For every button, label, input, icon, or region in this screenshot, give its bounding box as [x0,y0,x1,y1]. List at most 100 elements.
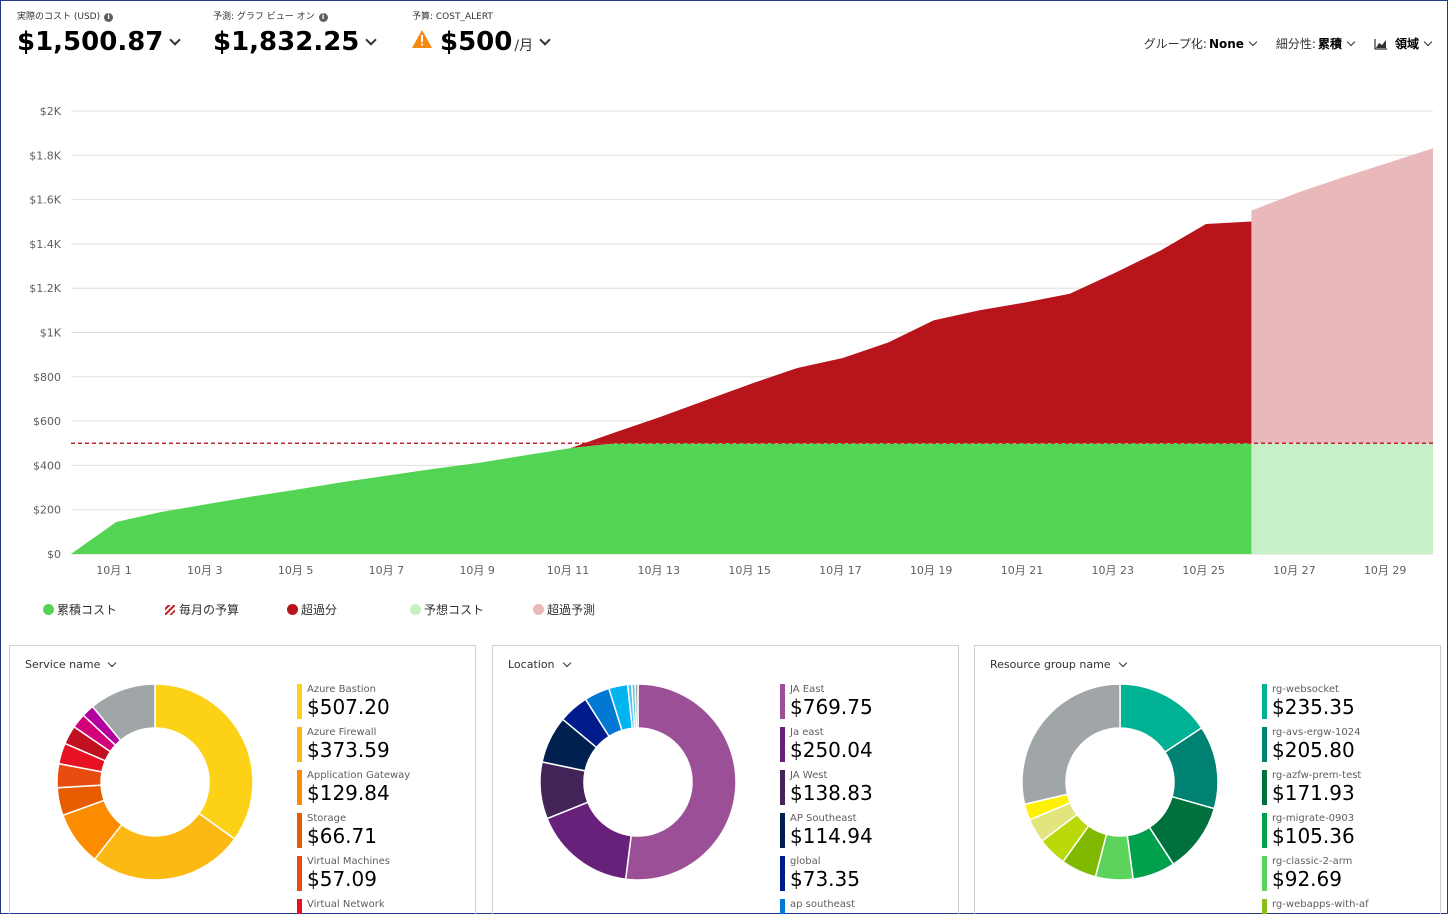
legend-list-item[interactable]: Azure Firewall $373.59 [297,727,410,770]
panel-title-dropdown[interactable]: Resource group name [990,658,1127,671]
y-tick-label: $600 [33,415,61,428]
legend-list-item[interactable]: rg-websocket $235.35 [1262,684,1369,727]
chart-type-value: 領域 [1394,37,1419,51]
y-tick-label: $400 [33,459,61,472]
item-value: $507.20 [307,695,390,719]
granularity-value: 累積 [1317,37,1342,51]
color-bar [1262,813,1267,848]
color-bar [780,899,785,914]
forecast-overage-area [1251,148,1433,444]
item-value: $114.94 [790,824,873,848]
legend-item[interactable]: 毎月の予算 [165,601,287,618]
panel-title-dropdown[interactable]: Location [508,658,571,671]
item-value: $105.36 [1272,824,1355,848]
actual-cost-kpi[interactable]: 実際のコスト (USD) i $1,500.87 [17,10,182,60]
actual-cost-label: 実際のコスト (USD) [17,12,101,22]
location-legend-list: JA East $769.75 Ja east $250.04 JA West $138.… [780,684,873,914]
chevron-down-icon [1248,37,1258,46]
color-bar [780,856,785,891]
legend-label: 累積コスト [57,603,118,617]
legend-item[interactable]: 累積コスト [43,601,165,618]
forecast-cost-area [1251,443,1433,554]
item-value: $57.09 [307,867,377,891]
legend-list-item[interactable]: JA West $138.83 [780,770,873,813]
color-bar [780,684,785,719]
legend-list-item[interactable]: Storage $66.71 [297,813,410,856]
x-tick-label: 10月 13 [638,564,681,577]
budget-unit: /月 [514,38,534,54]
item-value: $373.59 [307,738,390,762]
service-legend-list: Azure Bastion $507.20 Azure Firewall $373.5… [297,684,410,914]
x-tick-label: 10月 5 [278,564,314,577]
donut-slice[interactable] [634,683,639,729]
color-bar [297,899,302,914]
chevron-down-icon[interactable] [539,34,551,46]
x-tick-label: 10月 7 [369,564,405,577]
y-tick-label: $800 [33,371,61,384]
y-tick-label: $1.4K [29,238,61,251]
y-tick-label: $2K [40,105,62,118]
donut-slice[interactable] [154,683,254,841]
location-donut-chart [539,683,737,881]
color-bar [780,727,785,762]
legend-list-item[interactable]: ap southeast [780,899,873,914]
legend-list-item[interactable]: rg-migrate-0903 $105.36 [1262,813,1369,856]
color-bar [1262,856,1267,891]
donut-slice[interactable] [1021,683,1121,806]
color-bar [1262,684,1267,719]
legend-list-item[interactable]: rg-webapps-with-af [1262,899,1369,914]
legend-list-item[interactable]: JA East $769.75 [780,684,873,727]
budget-label: 予算: COST_ALERT [412,12,493,22]
group-by-dropdown[interactable]: グループ化: None [1144,35,1258,52]
chevron-down-icon [1423,37,1433,46]
legend-item[interactable]: 予想コスト [410,601,533,618]
info-icon[interactable]: i [318,13,328,22]
cost-analysis-view: 実際のコスト (USD) i $1,500.87 予測: グラフ ビュー オン i … [0,0,1448,914]
forecast-cost-kpi[interactable]: 予測: グラフ ビュー オン i $1,832.25 [213,10,378,60]
panel-title: Resource group name [990,658,1111,671]
legend-list-item[interactable]: Virtual Network [297,899,410,914]
legend-swatch [287,604,298,615]
legend-list-item[interactable]: Ja east $250.04 [780,727,873,770]
chevron-down-icon[interactable] [169,34,182,46]
resource-group-panel: Resource group name rg-websocket $235.35 r… [974,645,1441,914]
y-tick-label: $1.2K [29,282,61,295]
legend-swatch [533,604,544,615]
legend-item[interactable]: 超過予測 [533,601,656,618]
x-tick-label: 10月 15 [728,564,771,577]
legend-label: 超過予測 [547,603,596,617]
legend-item[interactable]: 超過分 [287,601,410,618]
item-value: $250.04 [790,738,873,762]
budget-kpi[interactable]: 予算: COST_ALERT $500/月 [412,10,551,64]
info-icon[interactable]: i [104,13,114,22]
color-bar [297,770,302,805]
legend-swatch [410,604,421,615]
chevron-down-icon [562,658,571,667]
service-donut-chart [56,683,254,881]
x-tick-label: 10月 3 [187,564,223,577]
item-value: $171.93 [1272,781,1355,805]
granularity-dropdown[interactable]: 細分性: 累積 [1276,35,1356,52]
color-bar [780,813,785,848]
legend-list-item[interactable]: rg-avs-ergw-1024 $205.80 [1262,727,1369,770]
chart-type-dropdown[interactable]: 領域 [1374,35,1433,52]
legend-label: 毎月の予算 [179,603,240,617]
color-bar [1262,899,1267,914]
legend-list-item[interactable]: Application Gateway $129.84 [297,770,410,813]
legend-list-item[interactable]: rg-classic-2-arm $92.69 [1262,856,1369,899]
chevron-down-icon[interactable] [365,34,378,46]
resource-group-donut-chart [1021,683,1219,881]
location-panel: Location JA East $769.75 Ja east $250.04 JA … [492,645,959,914]
legend-list-item[interactable]: Virtual Machines $57.09 [297,856,410,899]
legend-label: 予想コスト [424,603,485,617]
panel-title-dropdown[interactable]: Service name [25,658,117,671]
actual-cost-value: $1,500.87 [17,27,164,57]
legend-list-item[interactable]: rg-azfw-prem-test $171.93 [1262,770,1369,813]
legend-list-item[interactable]: AP Southeast $114.94 [780,813,873,856]
legend-list-item[interactable]: global $73.35 [780,856,873,899]
legend-list-item[interactable]: Azure Bastion $507.20 [297,684,410,727]
chevron-down-icon [1118,658,1127,667]
budget-value: $500 [440,27,513,57]
group-by-value: None [1208,36,1244,51]
donut-slice[interactable] [624,683,737,881]
